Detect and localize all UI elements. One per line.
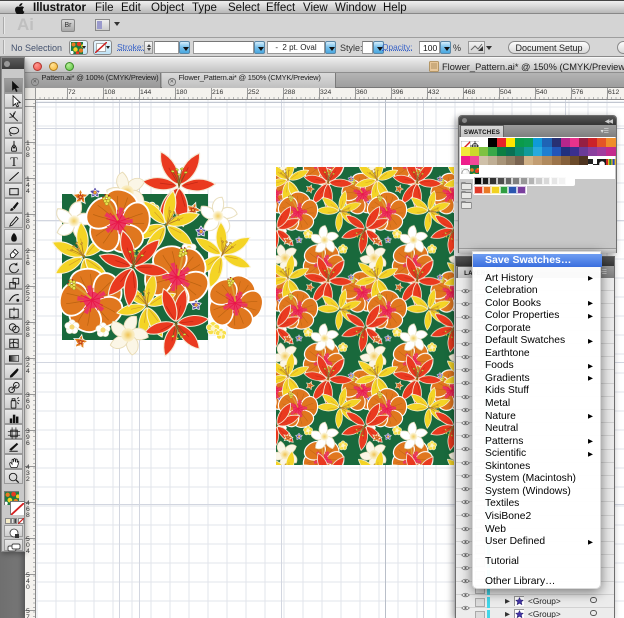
svg-text:T: T xyxy=(10,155,18,169)
